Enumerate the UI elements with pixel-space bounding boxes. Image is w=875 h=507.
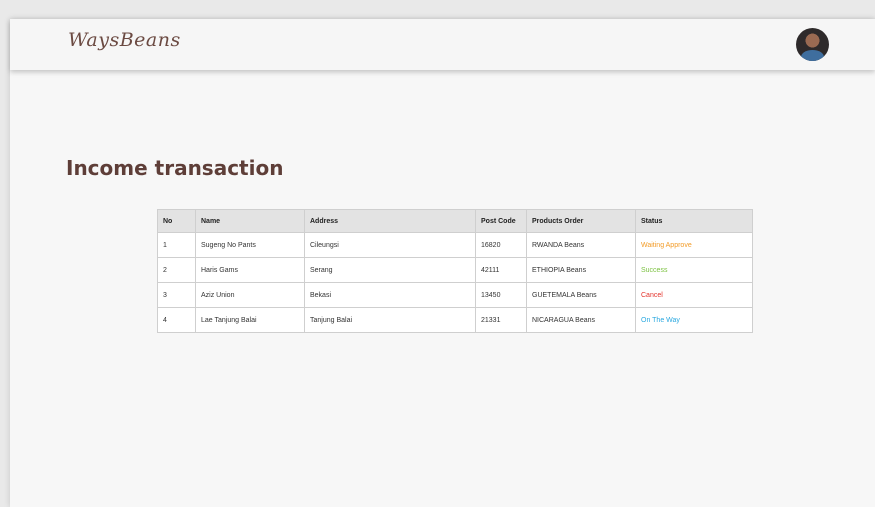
cell-no: 1	[157, 232, 196, 258]
cell-address: Bekasi	[304, 282, 476, 308]
table-row: 4 Lae Tanjung Balai Tanjung Balai 21331 …	[157, 307, 753, 333]
table-row: 2 Haris Gams Serang 42111 ETHIOPIA Beans…	[157, 257, 753, 283]
column-header-name: Name	[195, 209, 305, 233]
cell-name: Aziz Union	[195, 282, 305, 308]
page-title: Income transaction	[66, 156, 284, 180]
column-header-products-order: Products Order	[526, 209, 636, 233]
cell-post-code: 42111	[475, 257, 527, 283]
income-transaction-table-container: No Name Address Post Code Products Order…	[157, 209, 753, 333]
cell-products-order: GUETEMALA Beans	[526, 282, 636, 308]
status-success[interactable]: Success	[635, 257, 753, 283]
column-header-address: Address	[304, 209, 476, 233]
cell-address: Serang	[304, 257, 476, 283]
app-window: WaysBeans Income transaction No Name Add…	[10, 19, 875, 507]
status-on-the-way[interactable]: On The Way	[635, 307, 753, 333]
cell-address: Cileungsi	[304, 232, 476, 258]
column-header-no: No	[157, 209, 196, 233]
cell-products-order: RWANDA Beans	[526, 232, 636, 258]
column-header-status: Status	[635, 209, 753, 233]
cell-no: 4	[157, 307, 196, 333]
cell-products-order: ETHIOPIA Beans	[526, 257, 636, 283]
cell-name: Haris Gams	[195, 257, 305, 283]
status-cancel[interactable]: Cancel	[635, 282, 753, 308]
table-row: 1 Sugeng No Pants Cileungsi 16820 RWANDA…	[157, 232, 753, 258]
table-row: 3 Aziz Union Bekasi 13450 GUETEMALA Bean…	[157, 282, 753, 308]
cell-name: Lae Tanjung Balai	[195, 307, 305, 333]
cell-address: Tanjung Balai	[304, 307, 476, 333]
income-transaction-table: No Name Address Post Code Products Order…	[157, 209, 753, 333]
status-waiting-approve[interactable]: Waiting Approve	[635, 232, 753, 258]
cell-post-code: 13450	[475, 282, 527, 308]
cell-no: 2	[157, 257, 196, 283]
cell-no: 3	[157, 282, 196, 308]
cell-name: Sugeng No Pants	[195, 232, 305, 258]
cell-post-code: 16820	[475, 232, 527, 258]
table-header-row: No Name Address Post Code Products Order…	[157, 209, 753, 233]
brand-logo[interactable]: WaysBeans	[68, 29, 181, 51]
avatar-shirt	[801, 50, 824, 61]
cell-post-code: 21331	[475, 307, 527, 333]
user-avatar[interactable]	[796, 28, 829, 61]
column-header-post-code: Post Code	[475, 209, 527, 233]
navbar: WaysBeans	[10, 19, 875, 70]
cell-products-order: NICARAGUA Beans	[526, 307, 636, 333]
